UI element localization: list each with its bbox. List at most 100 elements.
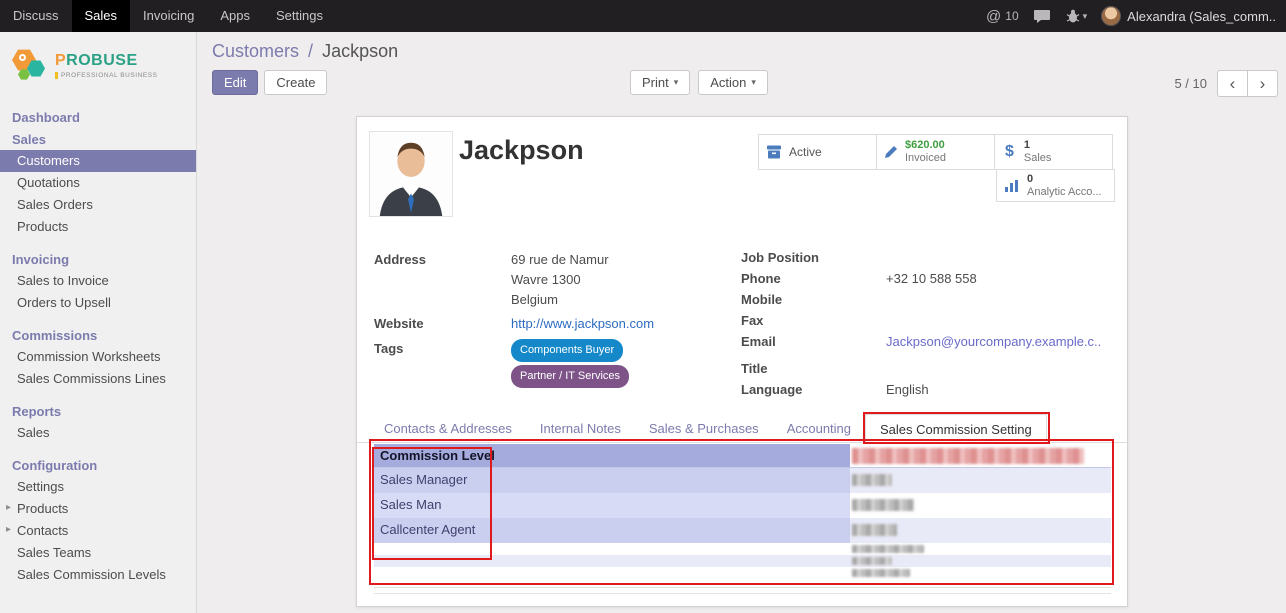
table-row[interactable]: Sales Manager xyxy=(374,468,1111,493)
sidebar-item-label: Contacts xyxy=(17,523,68,538)
menu-invoicing[interactable]: Invoicing xyxy=(130,0,207,32)
menu-discuss[interactable]: Discuss xyxy=(0,0,72,32)
sidebar-section-sales[interactable]: Sales xyxy=(0,128,196,150)
sidebar-item-sales-teams[interactable]: Sales Teams xyxy=(0,542,196,564)
expand-arrow-icon: ▸ xyxy=(6,524,11,535)
tab-accounting[interactable]: Accounting xyxy=(773,414,865,442)
sidebar-section-commissions[interactable]: Commissions xyxy=(0,324,196,346)
table-cell xyxy=(374,555,850,567)
table-cell xyxy=(374,543,850,555)
table-row[interactable]: Sales Man xyxy=(374,493,1111,518)
table-cell xyxy=(374,567,850,579)
mentions-indicator[interactable]: @ 10 xyxy=(986,8,1019,25)
sidebar-item-products[interactable]: Products xyxy=(0,216,196,238)
sidebar-section-reports[interactable]: Reports xyxy=(0,400,196,422)
active-stat-button[interactable]: Active xyxy=(758,134,877,170)
create-button[interactable]: Create xyxy=(264,70,327,95)
breadcrumb-current: Jackpson xyxy=(322,41,398,61)
menu-sales[interactable]: Sales xyxy=(72,0,131,32)
sidebar-item-quotations[interactable]: Quotations xyxy=(0,172,196,194)
table-row[interactable] xyxy=(374,543,1111,555)
address-line-3: Belgium xyxy=(511,290,609,310)
analytic-accounts-stat-button[interactable]: 0 Analytic Acco... xyxy=(996,169,1115,202)
breadcrumb: Customers / Jackpson xyxy=(212,41,398,62)
tab-sales-purchases[interactable]: Sales & Purchases xyxy=(635,414,773,442)
bar-chart-icon xyxy=(1004,179,1020,193)
action-label: Action xyxy=(710,75,746,90)
customer-form-sheet: Jackpson Active $620.00 Invoiced $ xyxy=(356,116,1128,607)
pager: 5 / 10 ‹ › xyxy=(1174,70,1278,97)
chat-icon[interactable] xyxy=(1033,9,1051,24)
sidebar-item-commission-worksheets[interactable]: Commission Worksheets xyxy=(0,346,196,368)
field-value-phone: +32 10 588 558 xyxy=(886,269,977,288)
breadcrumb-customers[interactable]: Customers xyxy=(212,41,299,61)
sales-stat-button[interactable]: $ 1 Sales xyxy=(994,134,1113,170)
table-row[interactable] xyxy=(374,567,1111,579)
sidebar-item-customers[interactable]: Customers xyxy=(0,150,196,172)
sidebar-item-config-contacts[interactable]: ▸ Contacts xyxy=(0,520,196,542)
action-dropdown[interactable]: Action ▾ xyxy=(698,70,768,95)
app-logo: PROBUSE PROFESSIONAL BUSINESS xyxy=(0,32,196,96)
chevron-down-icon: ▾ xyxy=(751,77,756,88)
field-value-address: 69 rue de Namur Wavre 1300 Belgium xyxy=(511,250,609,310)
commission-level-cell[interactable]: Sales Manager xyxy=(374,468,850,493)
mention-count: 10 xyxy=(1005,9,1018,23)
stat-value-sales: 1 xyxy=(1024,139,1052,152)
pager-next-button[interactable]: › xyxy=(1247,70,1278,97)
menu-settings[interactable]: Settings xyxy=(263,0,336,32)
table-header-row: Commission Level xyxy=(374,444,1111,468)
sidebar-section-configuration[interactable]: Configuration xyxy=(0,454,196,476)
main-content: Customers / Jackpson Edit Create Print ▾… xyxy=(197,32,1286,613)
commission-level-cell[interactable]: Callcenter Agent xyxy=(374,518,850,543)
field-label-fax: Fax xyxy=(741,311,886,330)
tab-contacts-addresses[interactable]: Contacts & Addresses xyxy=(370,414,526,442)
field-label-email: Email xyxy=(741,332,886,351)
invoiced-stat-button[interactable]: $620.00 Invoiced xyxy=(876,134,995,170)
table-cell xyxy=(850,493,1111,518)
sidebar-item-sales-commissions-lines[interactable]: Sales Commissions Lines xyxy=(0,368,196,390)
bug-icon[interactable]: ▾ xyxy=(1065,9,1088,23)
divider xyxy=(374,593,1111,594)
control-panel-buttons: Edit Create xyxy=(212,70,327,95)
chevron-left-icon: ‹ xyxy=(1230,74,1236,94)
systray: @ 10 ▾ Alexandra (Sales_comm.. xyxy=(986,0,1286,32)
sidebar-item-sales-commission-levels[interactable]: Sales Commission Levels xyxy=(0,564,196,586)
sidebar-section-invoicing[interactable]: Invoicing xyxy=(0,248,196,270)
chevron-down-icon: ▾ xyxy=(674,77,679,88)
column-header-redacted xyxy=(850,444,1111,467)
sidebar-item-config-settings[interactable]: Settings xyxy=(0,476,196,498)
table-row[interactable] xyxy=(374,555,1111,567)
website-link[interactable]: http://www.jackpson.com xyxy=(511,314,654,333)
sidebar-item-config-products[interactable]: ▸ Products xyxy=(0,498,196,520)
edit-button[interactable]: Edit xyxy=(212,70,258,95)
tab-internal-notes[interactable]: Internal Notes xyxy=(526,414,635,442)
sidebar-item-orders-to-upsell[interactable]: Orders to Upsell xyxy=(0,292,196,314)
customer-photo xyxy=(369,131,453,217)
commission-levels-table: Commission Level Sales Manager Sales Man… xyxy=(374,444,1111,579)
table-row[interactable]: Callcenter Agent xyxy=(374,518,1111,543)
menu-apps[interactable]: Apps xyxy=(207,0,263,32)
topbar-spacer xyxy=(336,0,986,32)
tag-partner-it-services: Partner / IT Services xyxy=(511,365,629,388)
logo-subtitle: PROFESSIONAL BUSINESS xyxy=(55,72,158,79)
field-label-title: Title xyxy=(741,359,886,378)
tab-sales-commission-setting[interactable]: Sales Commission Setting xyxy=(865,414,1047,443)
probuse-logo-icon xyxy=(12,48,48,82)
pager-previous-button[interactable]: ‹ xyxy=(1217,70,1248,97)
user-menu[interactable]: Alexandra (Sales_comm.. xyxy=(1101,6,1276,26)
sidebar-section-dashboard[interactable]: Dashboard xyxy=(0,106,196,128)
sidebar-item-reports-sales[interactable]: Sales xyxy=(0,422,196,444)
magnifier-icon xyxy=(19,54,26,61)
logo-hexagon-green xyxy=(18,69,30,80)
sidebar: PROBUSE PROFESSIONAL BUSINESS Dashboard … xyxy=(0,32,197,613)
sidebar-item-sales-to-invoice[interactable]: Sales to Invoice xyxy=(0,270,196,292)
control-panel-actions: Print ▾ Action ▾ xyxy=(630,70,768,95)
at-icon: @ xyxy=(986,8,1001,25)
sidebar-item-sales-orders[interactable]: Sales Orders xyxy=(0,194,196,216)
commission-level-cell[interactable]: Sales Man xyxy=(374,493,850,518)
column-header-commission-level[interactable]: Commission Level xyxy=(374,444,850,467)
archive-icon xyxy=(766,145,782,159)
print-dropdown[interactable]: Print ▾ xyxy=(630,70,690,95)
email-link[interactable]: Jackpson@yourcompany.example.c.. xyxy=(886,332,1101,351)
field-value-language: English xyxy=(886,380,929,399)
